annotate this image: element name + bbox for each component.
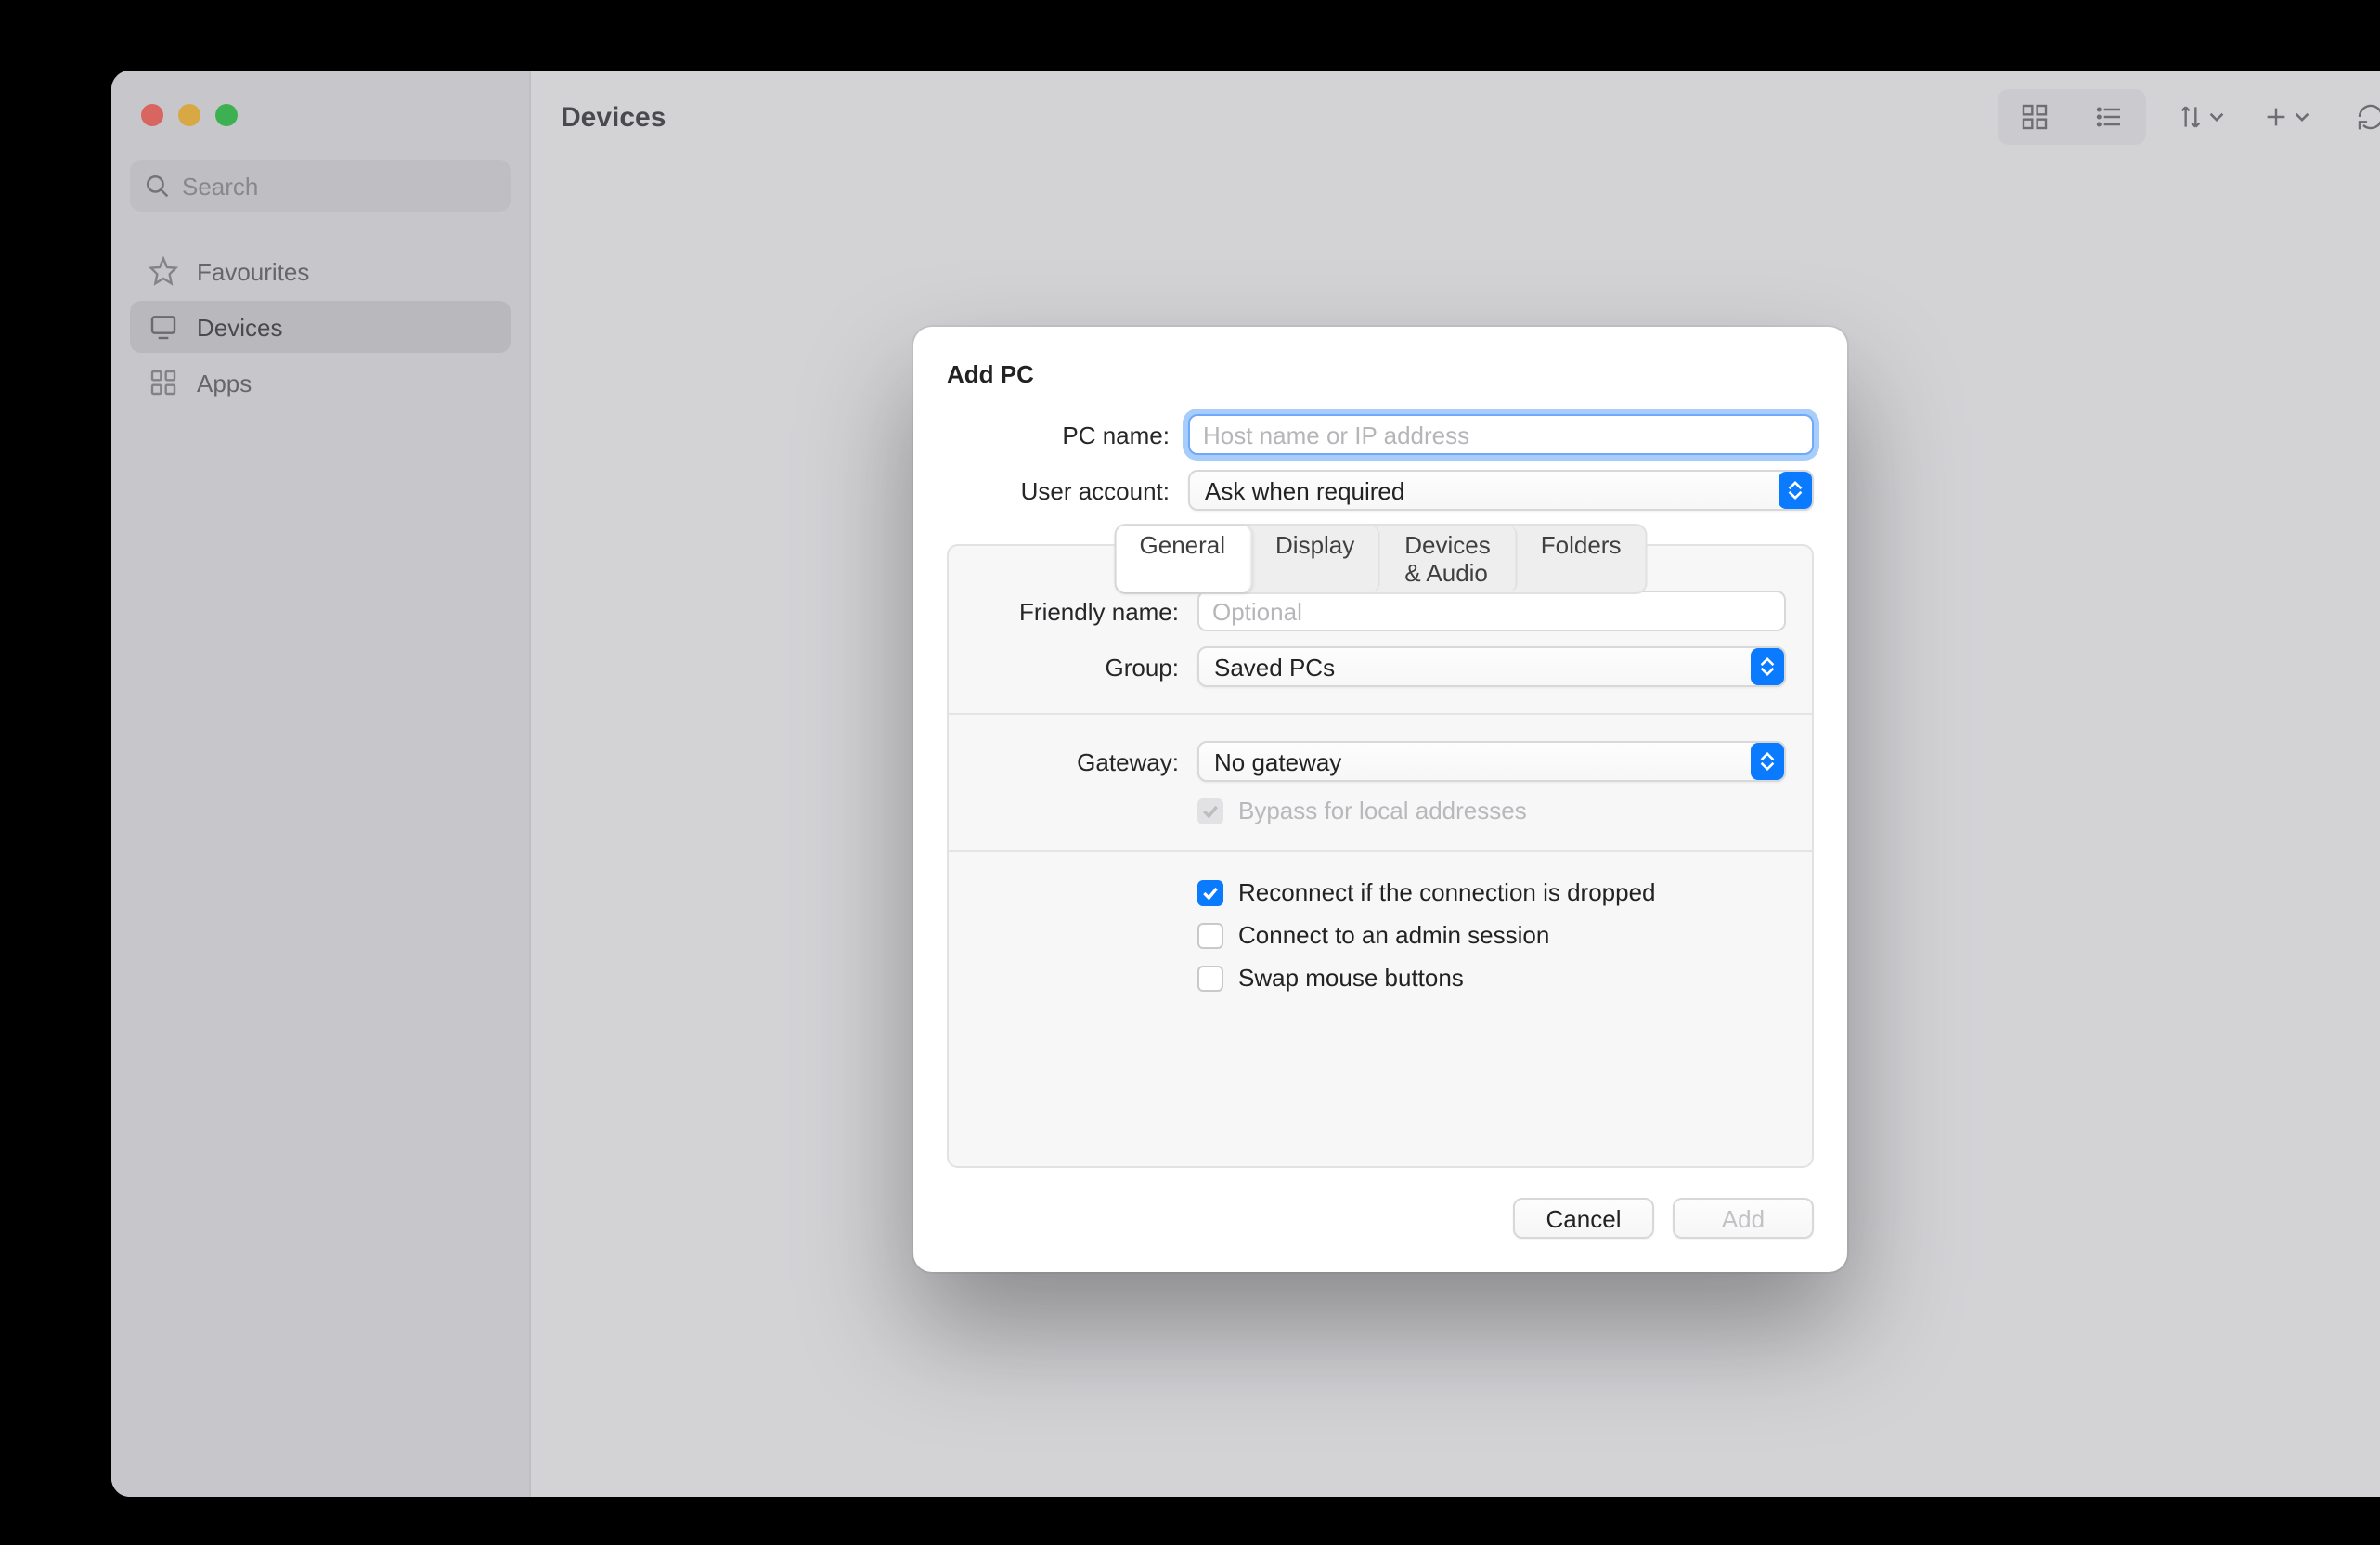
view-mode-toggle (1998, 89, 2146, 145)
select-stepper-icon (1779, 472, 1812, 509)
list-view-button[interactable] (2076, 93, 2142, 141)
sidebar-nav: Favourites Devices Apps (130, 245, 511, 409)
bypass-row: Bypass for local addresses (975, 797, 1786, 824)
swap-mouse-row: Swap mouse buttons (975, 964, 1786, 992)
chevron-down-icon (2209, 110, 2224, 124)
cancel-button[interactable]: Cancel (1513, 1198, 1654, 1239)
sidebar-item-favourites[interactable]: Favourites (130, 245, 511, 297)
grid-view-button[interactable] (2001, 93, 2068, 141)
pc-name-input[interactable] (1188, 414, 1814, 455)
user-account-label: User account: (947, 476, 1170, 504)
gateway-value: No gateway (1214, 747, 1341, 775)
settings-panel: General Display Devices & Audio Folders … (947, 544, 1814, 1168)
add-button[interactable] (2254, 93, 2317, 141)
search-icon (145, 174, 169, 198)
close-window-button[interactable] (141, 104, 163, 126)
pc-name-label: PC name: (947, 421, 1170, 448)
page-title: Devices (561, 101, 666, 133)
tab-general[interactable]: General (1116, 526, 1252, 592)
friendly-name-input[interactable] (1197, 591, 1786, 631)
list-icon (2094, 102, 2124, 132)
sort-button[interactable] (2168, 93, 2231, 141)
sidebar-item-label: Favourites (197, 257, 309, 285)
divider (949, 850, 1812, 852)
gateway-label: Gateway: (975, 747, 1179, 775)
select-stepper-icon (1751, 743, 1784, 780)
search-input[interactable] (130, 160, 511, 212)
search-wrapper (130, 160, 511, 212)
group-select[interactable]: Saved PCs (1197, 646, 1786, 687)
group-value: Saved PCs (1214, 653, 1335, 681)
sidebar-item-devices[interactable]: Devices (130, 301, 511, 353)
sidebar-item-apps[interactable]: Apps (130, 357, 511, 409)
grid-icon (2020, 102, 2050, 132)
swap-mouse-checkbox[interactable] (1197, 965, 1223, 991)
refresh-button[interactable] (2339, 93, 2380, 141)
bypass-label: Bypass for local addresses (1238, 797, 1527, 824)
display-icon (149, 312, 178, 342)
divider (949, 713, 1812, 715)
select-stepper-icon (1751, 648, 1784, 685)
reconnect-label: Reconnect if the connection is dropped (1238, 878, 1656, 906)
user-account-select[interactable]: Ask when required (1188, 470, 1814, 511)
add-confirm-button[interactable]: Add (1673, 1198, 1814, 1239)
tab-display[interactable]: Display (1251, 526, 1380, 592)
maximize-window-button[interactable] (215, 104, 238, 126)
admin-session-checkbox[interactable] (1197, 922, 1223, 948)
reconnect-checkbox[interactable] (1197, 879, 1223, 905)
apps-grid-icon (149, 368, 178, 397)
star-icon (149, 256, 178, 286)
dialog-actions: Cancel Add (947, 1198, 1814, 1239)
sort-icon (2176, 102, 2205, 132)
tab-devices-audio[interactable]: Devices & Audio (1380, 526, 1517, 592)
bypass-checkbox (1197, 798, 1223, 824)
chevron-down-icon (2295, 110, 2309, 124)
tabs: General Display Devices & Audio Folders (1114, 524, 1648, 594)
user-account-value: Ask when required (1205, 476, 1404, 504)
admin-session-label: Connect to an admin session (1238, 921, 1549, 949)
sidebar-item-label: Devices (197, 313, 283, 341)
add-pc-dialog: Add PC PC name: User account: Ask when r… (913, 327, 1847, 1272)
app-window: Favourites Devices Apps (111, 71, 2380, 1497)
admin-session-row: Connect to an admin session (975, 921, 1786, 949)
minimize-window-button[interactable] (178, 104, 200, 126)
reconnect-row: Reconnect if the connection is dropped (975, 878, 1786, 906)
friendly-name-label: Friendly name: (975, 597, 1179, 625)
sidebar: Favourites Devices Apps (111, 71, 531, 1497)
dialog-title: Add PC (947, 360, 1814, 388)
window-controls (130, 104, 511, 141)
refresh-icon (2356, 102, 2380, 132)
sidebar-item-label: Apps (197, 369, 252, 396)
toolbar: Devices (531, 71, 2380, 163)
plus-icon (2261, 102, 2291, 132)
swap-mouse-label: Swap mouse buttons (1238, 964, 1464, 992)
gateway-select[interactable]: No gateway (1197, 741, 1786, 782)
group-label: Group: (975, 653, 1179, 681)
tab-folders[interactable]: Folders (1517, 526, 1646, 592)
